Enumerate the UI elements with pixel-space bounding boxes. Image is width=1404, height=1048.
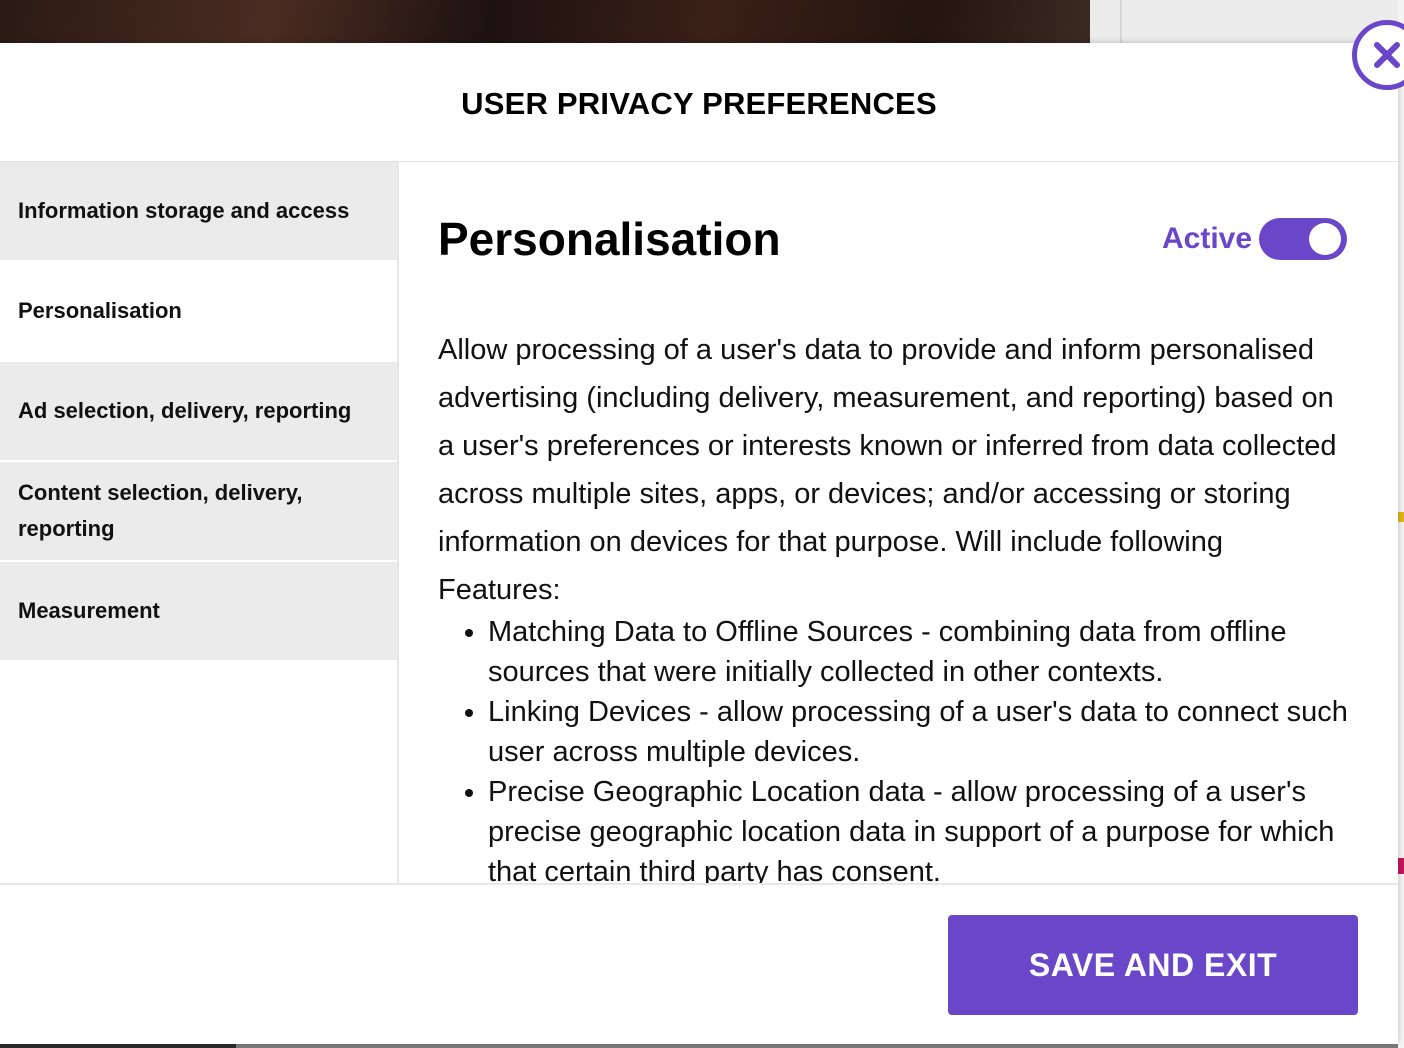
sidebar-item-label: Ad selection, delivery, reporting [18,398,352,423]
background-accent-pink [1398,858,1404,874]
sidebar-item-label: Content selection, delivery, reporting [18,480,303,541]
privacy-preferences-modal: USER PRIVACY PREFERENCES Information sto… [0,43,1398,1044]
sidebar-item-ad-selection[interactable]: Ad selection, delivery, reporting [0,362,397,462]
modal-footer: SAVE AND EXIT [0,883,1398,1044]
list-item: Precise Geographic Location data - allow… [488,772,1353,883]
purpose-title: Personalisation [438,213,781,265]
sidebar-item-label: Measurement [18,598,160,623]
background-divider [1120,0,1122,44]
close-icon [1374,42,1400,68]
sidebar-item-personalisation[interactable]: Personalisation [0,262,397,362]
background-hero-image [0,0,1090,44]
sidebar-item-measurement[interactable]: Measurement [0,562,397,662]
sidebar-item-label: Personalisation [18,298,182,323]
active-toggle[interactable]: Active [1162,218,1348,260]
modal-header: USER PRIVACY PREFERENCES [0,43,1398,162]
purpose-description: Allow processing of a user's data to pro… [438,334,1337,606]
save-and-exit-button[interactable]: SAVE AND EXIT [948,915,1358,1015]
purpose-sidebar: Information storage and access Personali… [0,162,399,883]
toggle-label: Active [1162,222,1253,255]
toggle-switch[interactable] [1259,218,1348,260]
background-accent-yellow [1398,512,1404,522]
list-item: Linking Devices - allow processing of a … [488,692,1353,772]
page: USER PRIVACY PREFERENCES Information sto… [0,0,1404,1048]
sidebar-item-information-storage[interactable]: Information storage and access [0,162,397,262]
feature-list: Matching Data to Offline Sources - combi… [438,612,1353,883]
purpose-details: Personalisation Active Allow processing … [399,162,1398,883]
list-item: Matching Data to Offline Sources - combi… [488,612,1353,692]
modal-title: USER PRIVACY PREFERENCES [461,85,937,121]
sidebar-item-content-selection[interactable]: Content selection, delivery, reporting [0,462,397,562]
sidebar-item-label: Information storage and access [18,198,350,223]
toggle-knob [1309,223,1342,255]
background-page-edge [1398,0,1404,1048]
